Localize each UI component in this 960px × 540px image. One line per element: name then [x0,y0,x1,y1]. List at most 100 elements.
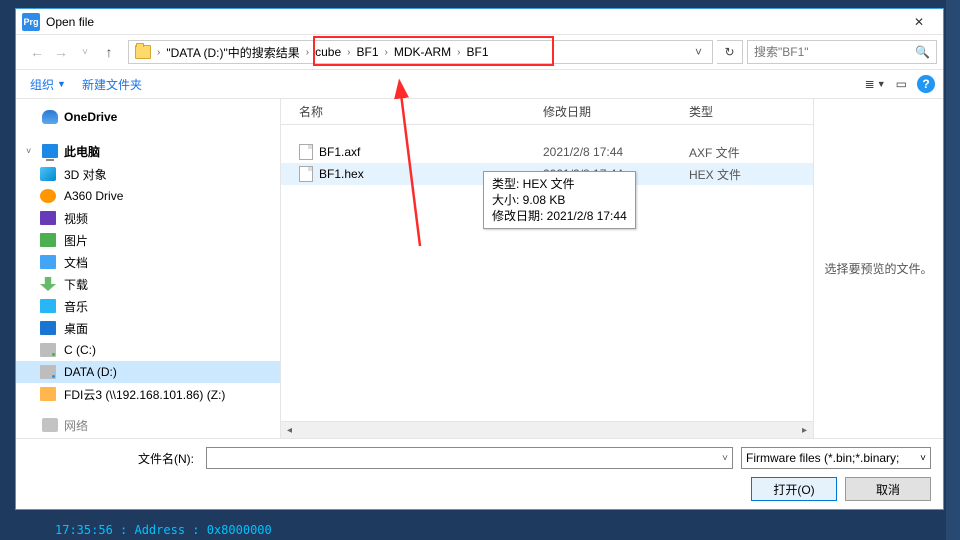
drive-icon [40,365,56,379]
file-filter-dropdown[interactable]: Firmware files (*.bin;*.binary; ˅ [741,447,931,469]
sidebar-item-label: C (C:) [64,343,96,357]
file-row[interactable]: BF1.axf 2021/2/8 17:44 AXF 文件 [281,141,813,163]
filename-input[interactable]: ˅ [206,447,733,469]
chevron-down-icon[interactable]: ˅ [722,453,728,464]
sidebar: OneDrive ˅ 此电脑 3D 对象 A360 Drive 视频 图片 文档… [16,99,281,438]
help-button[interactable]: ? [917,75,935,93]
file-type: HEX 文件 [689,166,813,183]
sidebar-item-label: FDI云3 (\\192.168.101.86) (Z:) [64,386,225,403]
preview-text: 选择要预览的文件。 [824,260,932,277]
dialog-footer: 文件名(N): ˅ Firmware files (*.bin;*.binary… [16,438,943,509]
crumb-bf1[interactable]: BF1 [352,45,382,59]
chevron-right-icon: › [383,47,390,58]
organize-label: 组织 [30,76,54,93]
sidebar-item-documents[interactable]: 文档 [16,251,280,273]
chevron-down-icon: ˅ [26,146,36,156]
close-button[interactable]: ✕ [897,9,941,35]
sidebar-item-video[interactable]: 视频 [16,207,280,229]
search-input[interactable]: 🔍 [747,40,937,64]
sidebar-item-music[interactable]: 音乐 [16,295,280,317]
crumb-root[interactable]: "DATA (D:)"中的搜索结果 [162,44,303,61]
file-icon [299,166,313,182]
forward-button[interactable]: → [52,44,70,60]
network-icon [42,418,58,432]
sidebar-item-label: 图片 [64,232,88,249]
address-bar: ← → ˅ ↑ › "DATA (D:)"中的搜索结果 › cube › BF1… [16,35,943,69]
breadcrumb[interactable]: › "DATA (D:)"中的搜索结果 › cube › BF1 › MDK-A… [128,40,713,64]
folder-icon [135,45,151,59]
video-icon [40,211,56,225]
organize-menu[interactable]: 组织 ▼ [24,76,72,93]
search-field[interactable] [754,45,909,59]
sidebar-label: 网络 [64,417,88,434]
filter-label: Firmware files (*.bin;*.binary; [746,451,899,465]
crumb-cube[interactable]: cube [311,45,345,59]
column-header-date[interactable]: 修改日期 [543,103,689,120]
scroll-right-button[interactable]: ▸ [796,422,813,439]
file-date: 2021/2/8 17:44 [543,145,689,159]
chevron-right-icon: › [345,47,352,58]
sidebar-item-netdrive[interactable]: FDI云3 (\\192.168.101.86) (Z:) [16,383,280,405]
sidebar-item-pictures[interactable]: 图片 [16,229,280,251]
sidebar-label: 此电脑 [64,143,100,160]
cancel-button[interactable]: 取消 [845,477,931,501]
drive-icon [40,343,56,357]
chevron-right-icon: › [304,47,311,58]
up-button[interactable]: ↑ [100,44,118,60]
sidebar-item-label: 文档 [64,254,88,271]
open-button[interactable]: 打开(O) [751,477,837,501]
titlebar: Prg Open file ✕ [16,9,943,35]
window-title: Open file [46,15,897,29]
sidebar-item-downloads[interactable]: 下载 [16,273,280,295]
a360-icon [40,189,56,203]
search-icon: 🔍 [915,45,930,59]
view-mode-button[interactable]: ≣ ▼ [865,77,886,91]
refresh-button[interactable]: ↻ [717,40,743,64]
log-output: 17:35:56 : Address : 0x8000000 [55,523,272,537]
sidebar-item-label: 桌面 [64,320,88,337]
sidebar-item-label: 视频 [64,210,88,227]
sidebar-group-onedrive[interactable]: OneDrive [16,105,280,129]
path-dropdown[interactable]: ˅ [687,45,710,59]
download-icon [40,277,56,291]
sidebar-item-label: 3D 对象 [64,166,107,183]
filename-label: 文件名(N): [28,450,198,467]
open-file-dialog: Prg Open file ✕ ← → ˅ ↑ › "DATA (D:)"中的搜… [15,8,944,510]
horizontal-scrollbar[interactable]: ◂ ▸ [281,421,813,438]
sidebar-label: OneDrive [64,110,117,124]
file-tooltip: 类型: HEX 文件 大小: 9.08 KB 修改日期: 2021/2/8 17… [483,171,636,229]
sidebar-item-3d[interactable]: 3D 对象 [16,163,280,185]
sidebar-group-network[interactable]: 网络 [16,413,280,437]
new-folder-button[interactable]: 新建文件夹 [76,76,148,93]
crumb-bf1-2[interactable]: BF1 [463,45,493,59]
preview-pane: 选择要预览的文件。 [813,99,943,438]
sidebar-item-drive-c[interactable]: C (C:) [16,339,280,361]
sidebar-item-label: 下载 [64,276,88,293]
pc-icon [42,144,58,158]
column-header-type[interactable]: 类型 [689,103,813,120]
sidebar-group-thispc[interactable]: ˅ 此电脑 [16,139,280,163]
column-header-row: 名称 修改日期 类型 [281,99,813,125]
chevron-right-icon: › [155,47,162,58]
history-dropdown[interactable]: ˅ [76,47,94,58]
chevron-down-icon: ▼ [57,79,66,89]
onedrive-icon [42,110,58,124]
column-header-name[interactable]: 名称 [281,103,543,120]
file-name: BF1.hex [319,167,364,181]
sidebar-item-label: 音乐 [64,298,88,315]
tooltip-line: 大小: 9.08 KB [492,192,627,208]
chevron-right-icon: › [455,47,462,58]
tooltip-line: 修改日期: 2021/2/8 17:44 [492,208,627,224]
file-list: 名称 修改日期 类型 BF1.axf 2021/2/8 17:44 AXF 文件… [281,99,813,438]
chevron-down-icon: ˅ [920,453,926,464]
sidebar-item-desktop[interactable]: 桌面 [16,317,280,339]
scroll-left-button[interactable]: ◂ [281,422,298,439]
sidebar-item-drive-d[interactable]: DATA (D:) [16,361,280,383]
back-button[interactable]: ← [28,44,46,60]
preview-toggle-button[interactable]: ▭ [896,77,907,91]
file-type: AXF 文件 [689,144,813,161]
sidebar-item-a360[interactable]: A360 Drive [16,185,280,207]
picture-icon [40,233,56,247]
cube-icon [40,167,56,181]
crumb-mdkarm[interactable]: MDK-ARM [390,45,455,59]
